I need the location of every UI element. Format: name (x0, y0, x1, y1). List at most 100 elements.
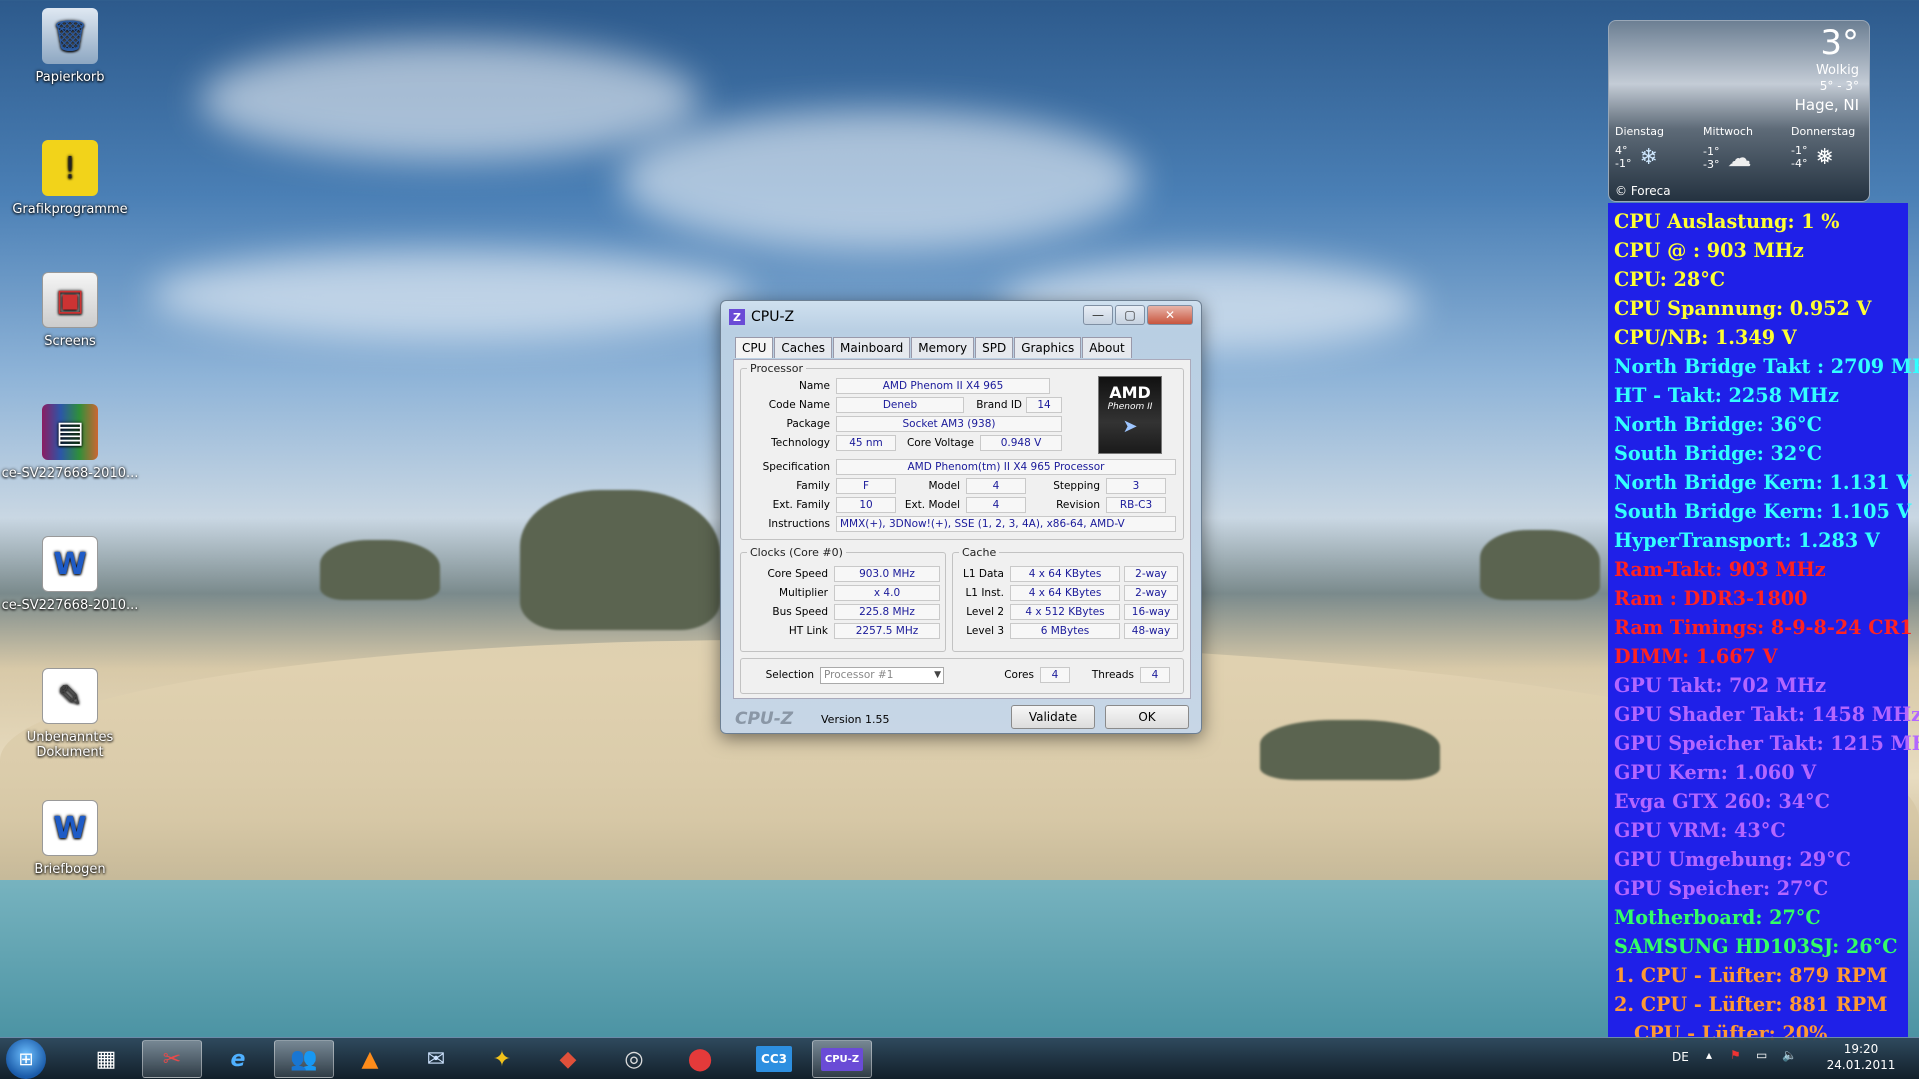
tab-about[interactable]: About (1082, 337, 1132, 358)
tab-mainboard[interactable]: Mainboard (832, 337, 911, 358)
revision-label: Revision (1056, 499, 1100, 511)
desktop-icon-unbenanntes-dokument[interactable]: ✎ Unbenanntes Dokument (0, 668, 140, 760)
tab-cpu[interactable]: CPU (735, 337, 774, 358)
desktop-icon-grafikprogramme[interactable]: ! Grafikprogramme (0, 140, 140, 217)
package-label: Package (786, 418, 830, 430)
taskbar-app-snipping-tool[interactable]: ✂ (142, 1040, 202, 1078)
snow-icon: ❅ (1815, 144, 1834, 170)
tray-action-center[interactable]: ⚑ (1730, 1048, 1741, 1062)
core-speed-label: Core Speed (767, 568, 828, 580)
sensor-reading: GPU Speicher Takt: 1215 MHz (1614, 732, 1919, 755)
tab-bar: CPU Caches Mainboard Memory SPD Graphics… (735, 337, 1133, 358)
tray-network[interactable]: ▭ (1756, 1048, 1767, 1062)
close-icon: ✕ (1164, 308, 1176, 322)
cache-level-label: L1 Inst. (965, 587, 1004, 599)
model-label: Model (928, 480, 960, 492)
family-label: Family (796, 480, 830, 492)
sensor-reading: GPU Speicher: 27°C (1614, 877, 1829, 900)
forecast-day: Dienstag 4° -1° ❄ (1615, 125, 1701, 170)
taskbar-app-network-users[interactable]: 👥 (274, 1040, 334, 1078)
brand-id-label: Brand ID (976, 399, 1022, 411)
minimize-button[interactable]: — (1083, 305, 1113, 325)
sensor-reading: North Bridge Kern: 1.131 V (1614, 471, 1912, 494)
taskbar-app-vlc[interactable]: ▲ (340, 1040, 400, 1078)
taskbar-app-calculator[interactable]: ▦ (76, 1040, 136, 1078)
clock-time: 19:20 (1843, 1042, 1879, 1056)
taskbar-app-mail[interactable]: ✉ (406, 1040, 466, 1078)
weather-gadget[interactable]: 3° Wolkig 5° - 3° Hage, NI Dienstag 4° -… (1608, 20, 1870, 202)
desktop-icon-label: Screens (44, 334, 96, 349)
forecast-day-name: Donnerstag (1791, 125, 1856, 138)
desktop-icon-word-document[interactable]: W ce-SV227668-2010... (0, 536, 140, 613)
maximize-button[interactable]: ▢ (1115, 305, 1145, 325)
tab-memory[interactable]: Memory (911, 337, 975, 358)
amd-phenom-logo: AMD Phenom II ➤ (1098, 376, 1162, 454)
desktop-icon-briefbogen[interactable]: W Briefbogen (0, 800, 140, 877)
cores-label: Cores (1004, 669, 1034, 681)
cpu-tab-panel: Processor Name AMD Phenom II X4 965 Code… (733, 359, 1191, 699)
sensor-readout-panel: CPU Auslastung: 1 % CPU @ : 903 MHz CPU: 2… (1608, 203, 1919, 1045)
close-button[interactable]: ✕ (1147, 305, 1193, 325)
stepping-value: 3 (1106, 478, 1166, 494)
sensor-reading: Motherboard: 27°C (1614, 906, 1821, 929)
cache-size-value: 4 x 64 KBytes (1010, 566, 1120, 582)
sensor-reading: GPU VRM: 43°C (1614, 819, 1786, 842)
sensor-reading: North Bridge Takt : 2709 MHz (1614, 355, 1919, 378)
taskbar-app-internet-explorer[interactable]: e (208, 1040, 268, 1078)
language-indicator[interactable]: DE (1672, 1050, 1689, 1064)
multiplier-label: Multiplier (779, 587, 828, 599)
tab-graphics[interactable]: Graphics (1014, 337, 1082, 358)
sensor-reading: CPU Spannung: 0.952 V (1614, 297, 1872, 320)
tray-volume[interactable]: 🔈 (1782, 1048, 1797, 1062)
family-value: F (836, 478, 896, 494)
sensor-reading: SAMSUNG HD103SJ: 26°C (1614, 935, 1898, 958)
ht-link-label: HT Link (788, 625, 828, 637)
chevron-up-icon: ▴ (1706, 1048, 1713, 1062)
threads-value: 4 (1140, 667, 1170, 683)
ext-family-label: Ext. Family (772, 499, 830, 511)
taskbar-app-shield[interactable]: ⬤ (670, 1040, 730, 1078)
tray-expand-button[interactable]: ▴ (1706, 1048, 1712, 1062)
desktop-icon-label: Unbenanntes Dokument (26, 730, 114, 760)
weather-condition: Wolkig (1815, 63, 1859, 78)
desktop-icon-label: ce-SV227668-2010... (1, 598, 139, 613)
logo-swoosh-icon: ➤ (1122, 416, 1138, 437)
desktop-icon-screens[interactable]: ▣ Screens (0, 272, 140, 349)
weather-temperature: 3° (1820, 23, 1859, 63)
taskbar-app-cpuz[interactable]: CPU-Z (812, 1040, 872, 1078)
taskbar-app-cube[interactable]: ◆ (538, 1040, 598, 1078)
sensor-reading: Ram : DDR3-1800 (1614, 587, 1808, 610)
tab-caches[interactable]: Caches (774, 337, 832, 358)
ok-button[interactable]: OK (1105, 705, 1189, 729)
clock[interactable]: 19:20 24.01.2011 (1826, 1042, 1896, 1072)
processor-select-value: Processor #1 (824, 669, 894, 681)
sensor-reading: Ram-Takt: 903 MHz (1614, 558, 1826, 581)
tab-spd[interactable]: SPD (975, 337, 1014, 358)
taskbar-app-steam[interactable]: ◎ (604, 1040, 664, 1078)
vlc-icon: ▲ (361, 1046, 379, 1072)
start-button[interactable]: ⊞ (6, 1039, 46, 1079)
core-speed-value: 903.0 MHz (834, 566, 940, 582)
validate-button[interactable]: Validate (1011, 705, 1095, 729)
minimize-icon: — (1092, 308, 1104, 322)
cache-legend: Cache (962, 546, 997, 559)
desktop-icon-archive[interactable]: ▤ ce-SV227668-2010... (0, 404, 140, 481)
processor-select[interactable]: Processor #1 ▼ (820, 667, 944, 684)
cc3-icon: CC3 (756, 1046, 792, 1072)
cloud-icon: ☁ (1727, 144, 1752, 172)
maximize-icon: ▢ (1124, 308, 1136, 322)
name-label: Name (799, 380, 830, 392)
desktop-icon-label: ce-SV227668-2010... (1, 466, 139, 481)
ext-family-value: 10 (836, 497, 896, 513)
taskbar-app-cc3[interactable]: CC3 (744, 1040, 804, 1078)
rock (520, 490, 720, 630)
taskbar-app-puzzle[interactable]: ✦ (472, 1040, 532, 1078)
desktop-icon-recycle-bin[interactable]: 🗑 Papierkorb (0, 8, 140, 85)
cores-value: 4 (1040, 667, 1070, 683)
logo-sub: Phenom II (1107, 402, 1153, 412)
ext-model-label: Ext. Model (904, 499, 960, 511)
cpuz-window[interactable]: Z CPU-Z — ▢ ✕ CPU Caches Mainboard Memor… (720, 300, 1202, 734)
desktop-icon-label: Grafikprogramme (12, 202, 128, 217)
technology-value: 45 nm (836, 435, 896, 451)
ht-link-value: 2257.5 MHz (834, 623, 940, 639)
